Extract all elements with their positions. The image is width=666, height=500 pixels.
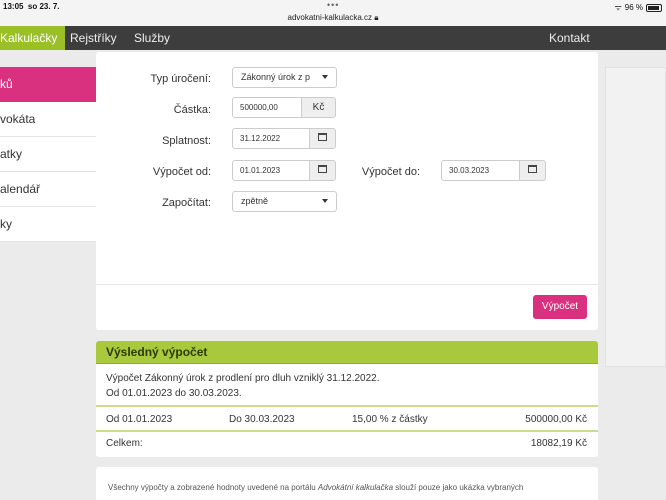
main-navbar: Kalkulačky Rejstříky Služby Kontakt xyxy=(0,26,666,50)
result-rate: 15,00 % z částky xyxy=(352,414,428,425)
typ-uroceni-select[interactable]: Zákonný úrok z p xyxy=(232,67,337,88)
vypocet-od-input[interactable]: 01.01.2023 xyxy=(232,160,310,181)
total-value: 18082,19 Kč xyxy=(530,438,587,449)
result-from: Od 01.01.2023 xyxy=(106,414,173,425)
calendar-icon xyxy=(318,133,327,142)
calendar-icon xyxy=(528,165,537,174)
nav-item-sluzby[interactable]: Služby xyxy=(126,26,178,50)
battery-icon xyxy=(646,3,662,12)
total-label: Celkem: xyxy=(106,438,143,449)
nav-item-kontakt[interactable]: Kontakt xyxy=(541,26,598,50)
tab-dots-icon[interactable]: ••• xyxy=(327,0,339,10)
disclaimer-text: Všechny výpočty a zobrazené hodnoty uved… xyxy=(108,483,524,492)
wifi-icon: ᯤ xyxy=(614,3,622,12)
lock-icon: 🔒︎ xyxy=(374,13,379,22)
status-bar: 13:05 so 23. 7. ••• advokatni-kalkulacka… xyxy=(0,0,666,26)
calendar-button[interactable] xyxy=(519,160,546,181)
result-panel: Výsledný výpočet Výpočet Zákonný úrok z … xyxy=(96,341,598,457)
result-amount: 500000,00 Kč xyxy=(525,414,587,425)
sidebar-menu: ků vokáta atky alendář ky xyxy=(0,67,96,242)
castka-label: Částka: xyxy=(173,104,211,116)
address-bar[interactable]: advokatni-kalkulacka.cz 🔒︎ xyxy=(0,13,666,23)
calculator-form: Typ úročení: Zákonný úrok z p Částka: 50… xyxy=(96,52,598,330)
splatnost-input[interactable]: 31.12.2022 xyxy=(232,128,310,149)
sidebar-item-3[interactable]: atky xyxy=(0,137,96,172)
system-status: ᯤ 96 % xyxy=(614,2,662,13)
sidebar-item-2[interactable]: vokáta xyxy=(0,102,96,137)
chevron-down-icon xyxy=(322,75,328,79)
calculate-button[interactable]: Výpočet xyxy=(533,295,587,319)
vypocet-do-input[interactable]: 30.03.2023 xyxy=(441,160,520,181)
sidebar-item-1[interactable]: ků xyxy=(0,67,96,102)
nav-item-rejstriky[interactable]: Rejstříky xyxy=(62,26,125,50)
result-row: Od 01.01.2023 Do 30.03.2023 15,00 % z čá… xyxy=(96,405,598,432)
right-side-panel xyxy=(605,67,666,367)
castka-input[interactable]: 500000,00 xyxy=(232,97,302,118)
total-row: Celkem: 18082,19 Kč xyxy=(96,432,598,457)
sidebar-item-4[interactable]: alendář xyxy=(0,172,96,207)
battery-percent: 96 % xyxy=(624,3,643,12)
result-title: Výsledný výpočet xyxy=(96,341,598,364)
zapocitat-label: Započítat: xyxy=(162,197,211,209)
zapocitat-select[interactable]: zpětně xyxy=(232,191,337,212)
divider xyxy=(96,284,598,285)
calendar-button[interactable] xyxy=(309,128,336,149)
status-time: 13:05 so 23. 7. xyxy=(3,2,60,11)
disclaimer-panel: Všechny výpočty a zobrazené hodnoty uved… xyxy=(96,467,598,500)
nav-item-kalkulacky[interactable]: Kalkulačky xyxy=(0,26,66,50)
sidebar-item-5[interactable]: ky xyxy=(0,207,96,242)
chevron-down-icon xyxy=(322,199,328,203)
result-to: Do 30.03.2023 xyxy=(229,414,295,425)
result-description: Výpočet Zákonný úrok z prodlení pro dluh… xyxy=(106,373,380,399)
currency-addon: Kč xyxy=(301,97,336,118)
vypocet-od-label: Výpočet od: xyxy=(152,166,211,178)
typ-uroceni-label: Typ úročení: xyxy=(150,73,211,85)
splatnost-label: Splatnost: xyxy=(162,135,211,147)
vypocet-do-label: Výpočet do: xyxy=(361,166,420,178)
